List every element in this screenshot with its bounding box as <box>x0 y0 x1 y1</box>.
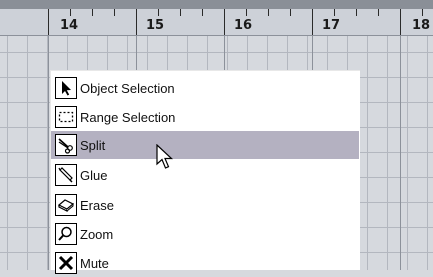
ruler-bar-tick <box>48 9 49 35</box>
ruler-bar-tick <box>400 9 401 35</box>
menu-item-erase[interactable]: Erase <box>51 191 359 219</box>
ruler-bar-number: 14 <box>60 18 79 33</box>
menu-item-label: Mute <box>80 255 109 271</box>
ruler-bar-number: 17 <box>322 18 341 33</box>
ruler-bar-tick <box>312 9 313 35</box>
menu-item-label: Object Selection <box>80 80 175 96</box>
ruler-beat-tick <box>422 9 423 16</box>
ruler-beat-tick <box>70 9 71 16</box>
ruler-beat-tick <box>246 9 247 16</box>
mouse-pointer-icon <box>156 144 174 169</box>
eraser-icon <box>55 194 77 216</box>
ruler-bar-number: 15 <box>146 18 165 33</box>
menu-item-range-selection[interactable]: Range Selection <box>51 103 359 131</box>
ruler-beat-tick <box>202 9 203 16</box>
menu-item-label: Glue <box>80 167 108 183</box>
magnifier-icon <box>55 223 77 245</box>
ruler-beat-tick <box>334 9 335 16</box>
glue-tube-icon <box>55 164 77 186</box>
timeline-ruler[interactable]: 14 15 16 17 18 <box>0 0 433 36</box>
ruler-beat-tick <box>180 9 181 16</box>
ruler-beat-tick <box>356 9 357 16</box>
ruler-beat-tick <box>290 9 291 16</box>
menu-item-label: Zoom <box>80 226 114 242</box>
grid-bar-line <box>48 36 49 270</box>
menu-item-mute[interactable]: Mute <box>51 249 359 277</box>
menu-item-zoom[interactable]: Zoom <box>51 220 359 248</box>
dashed-rectangle-icon <box>55 106 77 128</box>
menu-item-label: Range Selection <box>80 109 176 125</box>
x-mute-icon <box>55 252 77 274</box>
menu-item-object-selection[interactable]: Object Selection <box>51 74 359 102</box>
menu-item-label: Split <box>80 137 106 153</box>
ruler-beat-tick <box>114 9 115 16</box>
arrow-pointer-icon <box>55 77 77 99</box>
ruler-beat-tick <box>158 9 159 16</box>
scissors-icon <box>55 134 77 156</box>
grid-bar-line <box>400 36 401 270</box>
ruler-top-band <box>0 0 433 9</box>
menu-item-split[interactable]: Split <box>51 131 359 159</box>
ruler-beat-tick <box>92 9 93 16</box>
menu-item-glue[interactable]: Glue <box>51 161 359 189</box>
ruler-beat-tick <box>378 9 379 16</box>
ruler-bar-tick <box>136 9 137 35</box>
ruler-bar-number: 18 <box>412 18 431 33</box>
tool-context-menu: Object Selection Range Selection Split G… <box>50 70 360 274</box>
ruler-beat-tick <box>268 9 269 16</box>
menu-item-label: Erase <box>80 197 114 213</box>
ruler-bar-number: 16 <box>234 18 253 33</box>
ruler-bar-tick <box>224 9 225 35</box>
